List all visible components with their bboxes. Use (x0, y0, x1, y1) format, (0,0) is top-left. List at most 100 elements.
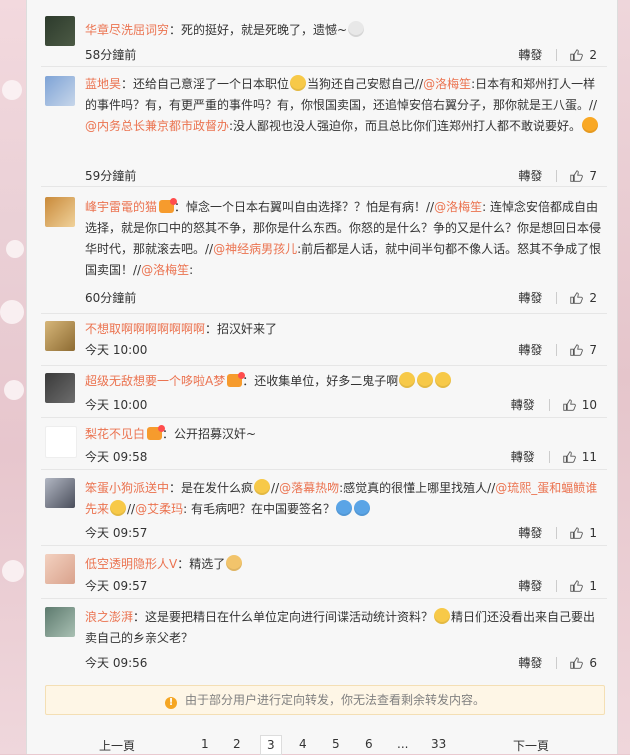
timestamp: 今天 10:00 (85, 343, 148, 357)
user-name[interactable]: 笨蛋小狗派送中 (85, 481, 169, 495)
user-name[interactable]: 超级无敌想要一个哆啦A梦 (85, 374, 225, 388)
divider (548, 450, 550, 463)
avatar[interactable] (45, 554, 75, 584)
list-item: 华章尽洗屈词穷：死的挺好，就是死晚了，遗憾~ 58分鐘前 轉發 2 (41, 16, 607, 67)
avatar[interactable] (45, 197, 75, 227)
repost-button[interactable]: 轉發 (518, 341, 542, 358)
repost-button[interactable]: 轉發 (518, 654, 542, 671)
like-count: 1 (589, 578, 597, 593)
list-item: 不想取啊啊啊啊啊啊啊：招汉奸来了 今天 10:00 轉發 7 (41, 321, 607, 366)
user-name[interactable]: 华章尽洗屈词穷 (85, 23, 169, 37)
repost-button[interactable]: 轉發 (518, 577, 542, 594)
background-right (616, 0, 630, 754)
page-link[interactable]: 33 (431, 737, 446, 751)
avatar[interactable] (45, 426, 77, 458)
repost-button[interactable]: 轉發 (518, 46, 542, 63)
page-ellipsis: ... (397, 737, 409, 751)
page-link[interactable]: 6 (365, 737, 373, 751)
thumbs-up-icon[interactable] (569, 579, 584, 593)
avatar[interactable] (45, 76, 75, 106)
like-count: 1 (589, 525, 597, 540)
comment-text: 不想取啊啊啊啊啊啊啊：招汉奸来了 (85, 322, 278, 336)
emoji-icon (226, 555, 243, 571)
emoji-icon (399, 372, 416, 388)
divider (548, 398, 550, 411)
thumbs-up-icon[interactable] (569, 48, 584, 62)
divider (556, 579, 558, 592)
mention-link[interactable]: @洛梅笙 (434, 200, 482, 214)
timestamp: 今天 09:58 (85, 450, 148, 464)
user-name[interactable]: 低空透明隐形人V (85, 557, 177, 571)
thumbs-up-icon[interactable] (569, 526, 584, 540)
prev-page-button[interactable]: 上一頁 (99, 737, 135, 754)
avatar[interactable] (45, 607, 75, 637)
page-current[interactable]: 3 (260, 735, 282, 755)
timestamp: 60分鐘前 (85, 291, 137, 305)
mention-link[interactable]: @神经病男孩儿 (213, 242, 297, 256)
timestamp: 今天 09:56 (85, 656, 148, 670)
emoji-icon (417, 372, 434, 388)
emoji-icon (335, 500, 352, 516)
avatar[interactable] (45, 16, 75, 46)
mention-link[interactable]: @艾柔玛 (135, 502, 183, 516)
comment-text: 华章尽洗屈词穷：死的挺好，就是死晚了，遗憾~ (85, 20, 605, 41)
list-item: 低空透明隐形人V：精选了 今天 09:57 轉發 1 (41, 554, 607, 599)
user-name[interactable]: 梨花不见白 (85, 427, 145, 441)
vip-badge-icon (147, 425, 166, 440)
repost-button[interactable]: 轉發 (511, 396, 535, 413)
repost-button[interactable]: 轉發 (511, 448, 535, 465)
mention-link[interactable]: @落幕热吻 (279, 481, 339, 495)
list-item: 蓝地昊：还给自己意淫了一个日本职位 当狗还自己安慰自己//@洛梅笙:日本有和郑州打… (41, 75, 607, 187)
page-link[interactable]: 5 (332, 737, 340, 751)
page-link[interactable]: 1 (201, 737, 209, 751)
list-item: 超级无敌想要一个哆啦A梦 ：还收集单位，好多二鬼子啊 今天 10:00 轉發 10 (41, 371, 607, 418)
like-count: 2 (589, 290, 597, 305)
thumbs-up-icon[interactable] (562, 398, 576, 412)
list-item: 笨蛋小狗派送中：是在发什么疯//@落幕热吻:感觉真的很懂上哪里找殖人//@琉熙_… (41, 478, 607, 546)
user-name[interactable]: 蓝地昊 (85, 77, 121, 91)
avatar[interactable] (45, 321, 75, 351)
like-count: 11 (581, 449, 597, 464)
timestamp: 58分鐘前 (85, 48, 137, 62)
repost-list-panel: 华章尽洗屈词穷：死的挺好，就是死晚了，遗憾~ 58分鐘前 轉發 2 蓝地昊：还给… (26, 0, 618, 755)
divider (556, 656, 558, 669)
avatar[interactable] (45, 373, 75, 403)
repost-button[interactable]: 轉發 (518, 167, 542, 184)
repost-button[interactable]: 轉發 (518, 289, 542, 306)
avatar[interactable] (45, 478, 75, 508)
mention-link[interactable]: @洛梅笙 (423, 77, 471, 91)
emoji-icon (435, 372, 452, 388)
list-item: 梨花不见白 ：公开招募汉奸~ 今天 09:58 轉發 11 (41, 425, 607, 470)
thumbs-up-icon[interactable] (569, 343, 584, 357)
like-count: 7 (589, 342, 597, 357)
emoji-icon (110, 500, 127, 516)
divider (556, 169, 558, 182)
next-page-button[interactable]: 下一頁 (513, 737, 549, 754)
page-link[interactable]: 4 (299, 737, 307, 751)
user-name[interactable]: 峰宇雷電的猫 (85, 200, 157, 214)
timestamp: 59分鐘前 (85, 169, 137, 183)
timestamp: 今天 09:57 (85, 526, 148, 540)
emoji-icon (254, 479, 271, 495)
thumbs-up-icon[interactable] (562, 450, 576, 464)
vip-badge-icon (159, 198, 178, 213)
user-name[interactable]: 不想取啊啊啊啊啊啊啊 (85, 322, 205, 336)
comment-text: 浪之澎湃：这是要把精日在什么单位定向进行间谍活动统计资料？ 精日们还没看出来自己要… (85, 608, 596, 645)
comment-text: 笨蛋小狗派送中：是在发什么疯//@落幕热吻:感觉真的很懂上哪里找殖人//@琉熙_… (85, 479, 598, 516)
comment-text: 超级无敌想要一个哆啦A梦 ：还收集单位，好多二鬼子啊 (85, 371, 605, 392)
repost-button[interactable]: 轉發 (518, 524, 542, 541)
list-item: 峰宇雷電的猫 ：悼念一个日本右翼叫自由选择？？怕是有病！//@洛梅笙: 连悼念安倍… (41, 197, 607, 314)
mention-link[interactable]: @内务总长兼京都市政督办 (85, 119, 229, 133)
comment-text: 低空透明隐形人V：精选了 (85, 554, 605, 575)
user-name[interactable]: 浪之澎湃 (85, 610, 133, 624)
page-link[interactable]: 2 (233, 737, 241, 751)
list-item: 浪之澎湃：这是要把精日在什么单位定向进行间谍活动统计资料？ 精日们还没看出来自己要… (41, 607, 607, 673)
thumbs-up-icon[interactable] (569, 656, 584, 670)
emoji-icon (290, 75, 307, 91)
thumbs-up-icon[interactable] (569, 291, 584, 305)
divider (556, 343, 558, 356)
mention-link[interactable]: @洛梅笙 (141, 263, 189, 277)
like-count: 6 (589, 655, 597, 670)
like-count: 7 (589, 168, 597, 183)
thumbs-up-icon[interactable] (569, 169, 584, 183)
